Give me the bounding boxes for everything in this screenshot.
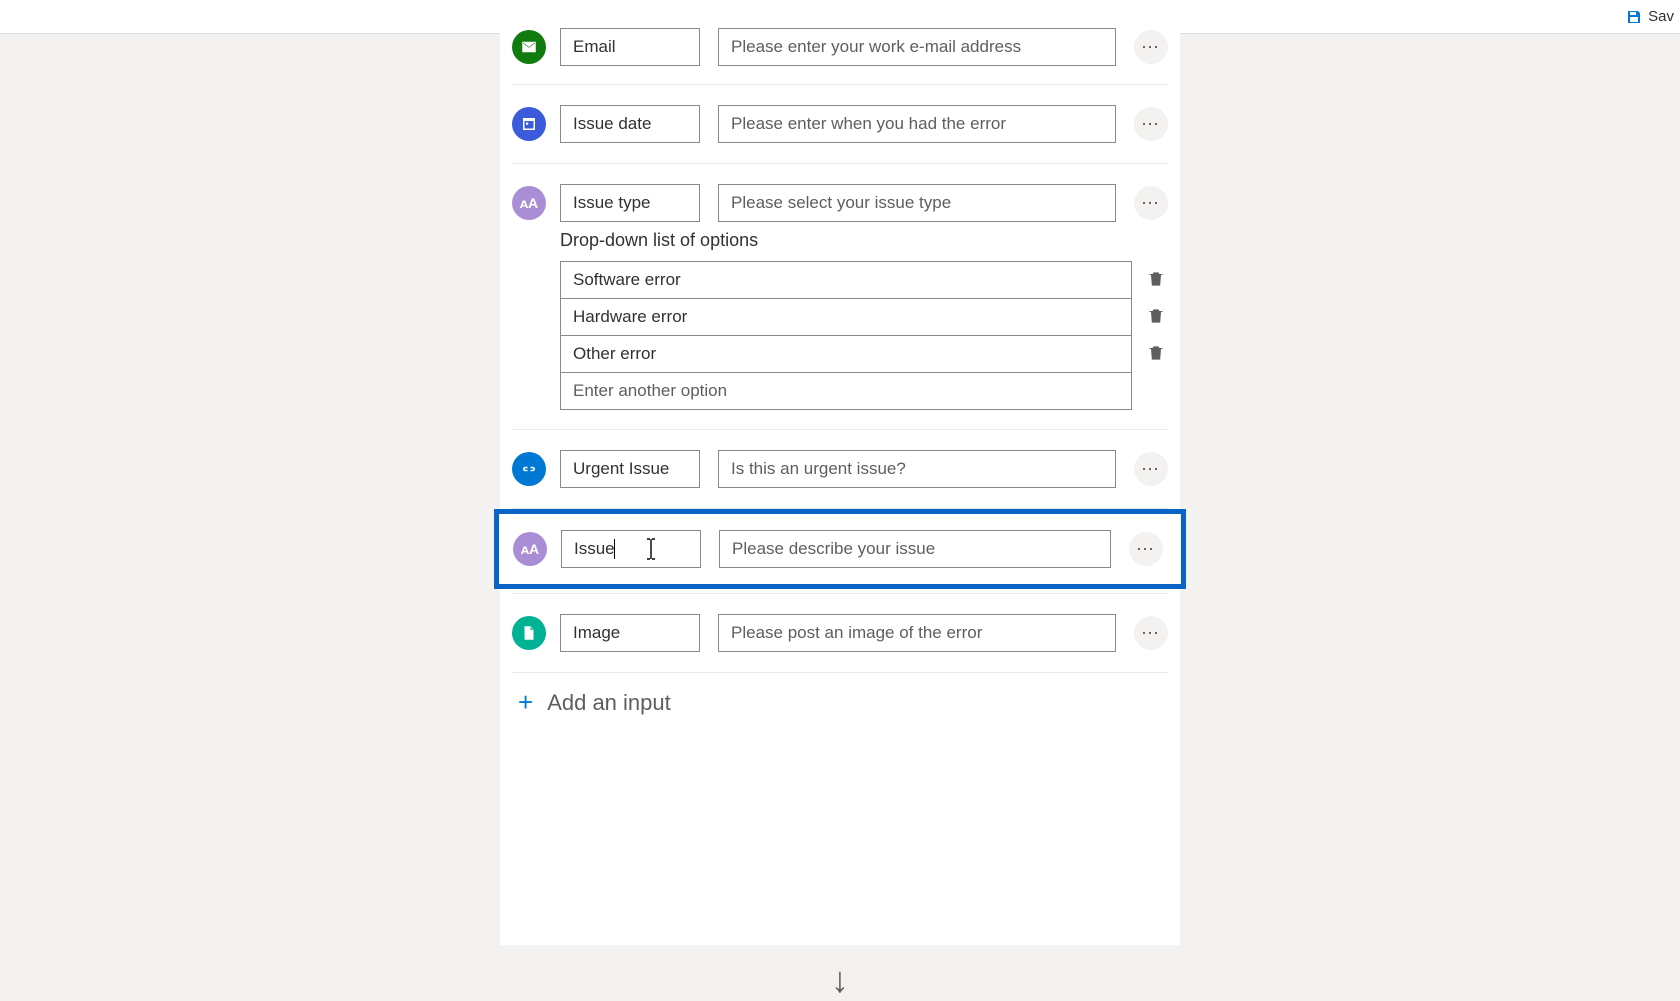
dropdown-label: Drop-down list of options [560, 230, 1168, 251]
field-name-image[interactable]: Image [560, 614, 700, 652]
row-urgent: Urgent Issue Is this an urgent issue? ⋯ [500, 430, 1180, 508]
option-input[interactable]: Hardware error [560, 298, 1132, 336]
toggle-icon [512, 452, 546, 486]
calendar-icon [512, 107, 546, 141]
field-desc-type[interactable]: Please select your issue type [718, 184, 1116, 222]
add-input-button[interactable]: + Add an input [500, 673, 1180, 718]
row-date: Issue date Please enter when you had the… [500, 85, 1180, 163]
dropdown-options-block: Drop-down list of options Software error… [500, 230, 1180, 429]
plus-icon: + [518, 687, 533, 718]
form-card: Email Please enter your work e-mail addr… [500, 28, 1180, 945]
email-icon [512, 30, 546, 64]
more-button[interactable]: ⋯ [1134, 616, 1168, 650]
save-icon [1626, 9, 1642, 25]
option-input[interactable]: Other error [560, 335, 1132, 373]
field-desc-date[interactable]: Please enter when you had the error [718, 105, 1116, 143]
more-button[interactable]: ⋯ [1134, 452, 1168, 486]
more-button[interactable]: ⋯ [1129, 532, 1163, 566]
flow-arrow-down-icon: ↓ [831, 959, 849, 1001]
delete-option-button[interactable] [1146, 343, 1168, 365]
text-icon: ᴀA [512, 186, 546, 220]
row-email: Email Please enter your work e-mail addr… [500, 28, 1180, 84]
field-desc-email[interactable]: Please enter your work e-mail address [718, 28, 1116, 66]
field-desc-image[interactable]: Please post an image of the error [718, 614, 1116, 652]
field-name-issue[interactable]: Issue [561, 530, 701, 568]
delete-option-button[interactable] [1146, 269, 1168, 291]
more-button[interactable]: ⋯ [1134, 107, 1168, 141]
option-input[interactable]: Software error [560, 261, 1132, 299]
text-icon: ᴀA [513, 532, 547, 566]
option-placeholder-input[interactable]: Enter another option [560, 372, 1132, 410]
field-desc-urgent[interactable]: Is this an urgent issue? [718, 450, 1116, 488]
field-name-type[interactable]: Issue type [560, 184, 700, 222]
more-button[interactable]: ⋯ [1134, 186, 1168, 220]
save-label: Sav [1648, 8, 1674, 25]
save-button[interactable]: Sav [1620, 4, 1680, 29]
row-issue-active: ᴀA Issue Please describe your issue ⋯ [494, 509, 1186, 589]
add-input-label: Add an input [547, 690, 671, 716]
more-button[interactable]: ⋯ [1134, 30, 1168, 64]
file-icon [512, 616, 546, 650]
field-name-urgent[interactable]: Urgent Issue [560, 450, 700, 488]
canvas: Email Please enter your work e-mail addr… [0, 34, 1680, 945]
field-name-email[interactable]: Email [560, 28, 700, 66]
field-name-date[interactable]: Issue date [560, 105, 700, 143]
field-desc-issue[interactable]: Please describe your issue [719, 530, 1111, 568]
row-type: ᴀA Issue type Please select your issue t… [500, 164, 1180, 230]
row-image: Image Please post an image of the error … [500, 594, 1180, 672]
delete-option-button[interactable] [1146, 306, 1168, 328]
